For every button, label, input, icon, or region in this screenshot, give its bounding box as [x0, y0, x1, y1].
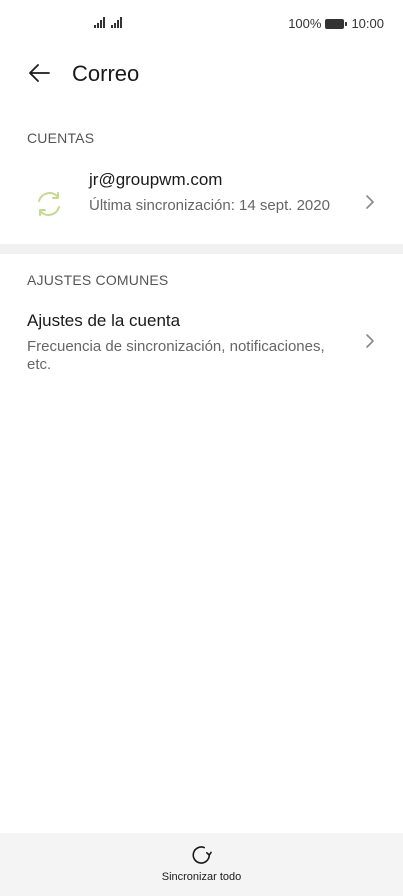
section-header-common-settings: AJUSTES COMUNES [27, 272, 169, 288]
status-bar: 100% 10:00 [0, 0, 403, 48]
account-last-sync: Última sincronización: 14 sept. 2020 [89, 197, 330, 214]
signal-indicators [94, 17, 122, 28]
sync-all-button[interactable]: Sincronizar todo [161, 843, 242, 883]
clock: 10:00 [351, 16, 384, 31]
account-settings-subtitle: Frecuencia de sincronización, notificaci… [27, 338, 325, 373]
refresh-icon [192, 846, 213, 864]
arrow-left-icon [29, 64, 50, 82]
chevron-right-icon [366, 334, 374, 348]
chevron-right-icon [366, 195, 374, 209]
sync-icon [38, 192, 60, 216]
status-right: 100% 10:00 [288, 16, 384, 31]
account-row[interactable]: jr@groupwm.com Última sincronización: 14… [0, 160, 403, 244]
account-settings-title: Ajustes de la cuenta [27, 311, 181, 330]
section-header-accounts: CUENTAS [27, 130, 95, 146]
back-button[interactable] [24, 58, 54, 88]
signal-strength-icon [111, 17, 122, 28]
page-title: Correo [72, 61, 140, 86]
battery-percent: 100% [288, 16, 322, 31]
section-divider [0, 244, 403, 254]
bottom-bar: Sincronizar todo [0, 833, 403, 896]
signal-strength-icon [94, 17, 105, 28]
battery-icon [325, 18, 348, 29]
sync-all-label: Sincronizar todo [161, 871, 242, 883]
account-email: jr@groupwm.com [89, 170, 223, 189]
account-settings-row[interactable]: Ajustes de la cuenta Frecuencia de sincr… [0, 302, 403, 382]
app-bar: Correo [0, 52, 403, 94]
